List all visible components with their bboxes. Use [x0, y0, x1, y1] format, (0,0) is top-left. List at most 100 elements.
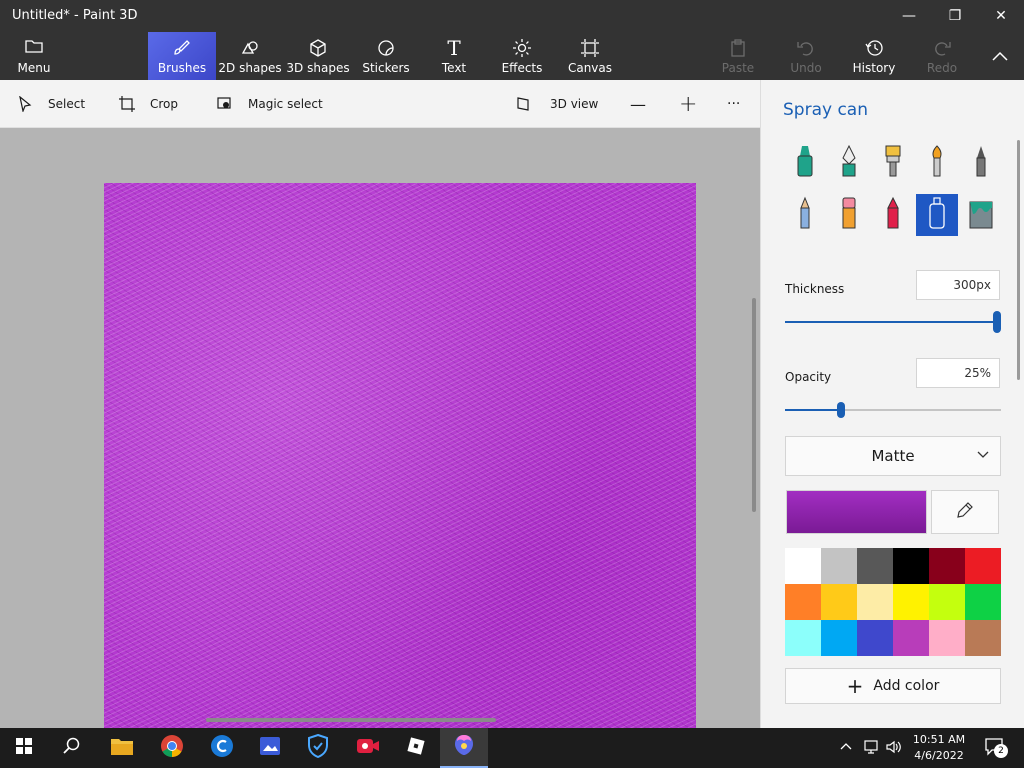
magic-select-button[interactable]: Magic select: [216, 80, 323, 128]
brush-panel: Spray can Thickness 300px Opacity 25% Ma…: [760, 80, 1024, 728]
opacity-input[interactable]: 25%: [916, 358, 1000, 388]
chrome-icon: [160, 734, 184, 762]
zoom-in-button[interactable]: +: [679, 80, 697, 128]
start-button[interactable]: [0, 728, 48, 768]
pencil-brush[interactable]: [784, 194, 826, 236]
calligraphy-pen-brush[interactable]: [828, 142, 870, 184]
workspace[interactable]: [0, 128, 760, 728]
restore-button[interactable]: ❐: [932, 0, 978, 32]
network-icon[interactable]: [864, 740, 880, 757]
undo-button[interactable]: Undo: [780, 32, 832, 80]
select-button[interactable]: Select: [16, 80, 85, 128]
paste-button[interactable]: Paste: [712, 32, 764, 80]
history-button[interactable]: History: [848, 32, 900, 80]
watercolor-brush[interactable]: [916, 142, 958, 184]
notifications-button[interactable]: 2: [984, 736, 1008, 759]
color-swatch[interactable]: [821, 548, 857, 584]
spray-can-brush[interactable]: [916, 194, 958, 236]
taskbar-roblox[interactable]: [392, 728, 440, 768]
search-button[interactable]: [48, 728, 96, 768]
horizontal-scrollbar[interactable]: [206, 718, 496, 722]
thickness-slider-thumb[interactable]: [993, 311, 1001, 333]
folder-icon: [110, 736, 134, 760]
tab-brushes[interactable]: Brushes: [148, 32, 216, 80]
minimize-button[interactable]: —: [886, 0, 932, 32]
color-swatch[interactable]: [965, 584, 1001, 620]
volume-icon[interactable]: [886, 740, 902, 757]
material-label: Matte: [871, 447, 915, 465]
panel-scrollbar[interactable]: [1017, 140, 1020, 380]
more-options-button[interactable]: ···: [727, 80, 740, 128]
color-swatch[interactable]: [821, 584, 857, 620]
chevron-up-icon[interactable]: [840, 740, 852, 754]
close-button[interactable]: ✕: [978, 0, 1024, 32]
color-swatch[interactable]: [965, 620, 1001, 656]
brush-icon: [172, 38, 192, 60]
tab-2d-shapes[interactable]: 2D shapes: [218, 32, 282, 80]
color-swatch[interactable]: [893, 548, 929, 584]
tab-text[interactable]: T Text: [424, 32, 484, 80]
menu-button[interactable]: Menu: [0, 32, 68, 80]
panel-title: Spray can: [783, 100, 868, 120]
taskbar-photos[interactable]: [246, 728, 294, 768]
color-swatch[interactable]: [785, 548, 821, 584]
color-swatch[interactable]: [857, 584, 893, 620]
calligraphy-pen-icon: [838, 144, 860, 182]
material-dropdown[interactable]: Matte: [785, 436, 1001, 476]
crayon-icon: [882, 196, 904, 234]
zoom-out-button[interactable]: —: [630, 80, 646, 128]
add-color-button[interactable]: + Add color: [785, 668, 1001, 704]
taskbar-app-c[interactable]: [198, 728, 246, 768]
color-swatch[interactable]: [785, 584, 821, 620]
history-label: History: [852, 61, 896, 75]
redo-button[interactable]: Redo: [916, 32, 968, 80]
paint3d-icon: [453, 733, 475, 761]
3d-view-button[interactable]: 3D view: [516, 80, 598, 128]
color-swatch[interactable]: [929, 548, 965, 584]
crop-button[interactable]: Crop: [118, 80, 178, 128]
color-swatch[interactable]: [893, 620, 929, 656]
canvas-icon: [580, 38, 600, 60]
taskbar-recorder[interactable]: [344, 728, 392, 768]
color-swatch[interactable]: [785, 620, 821, 656]
drawing-canvas[interactable]: [104, 183, 696, 728]
tab-3d-shapes[interactable]: 3D shapes: [286, 32, 350, 80]
opacity-slider[interactable]: [785, 402, 1001, 418]
tab-effects[interactable]: Effects: [492, 32, 552, 80]
color-swatch[interactable]: [893, 584, 929, 620]
fill-brush[interactable]: [960, 194, 1002, 236]
taskbar-paint3d[interactable]: [440, 728, 488, 768]
eraser-brush[interactable]: [828, 194, 870, 236]
pixel-pen-brush[interactable]: [960, 142, 1002, 184]
marker-brush[interactable]: [784, 142, 826, 184]
color-swatch[interactable]: [857, 620, 893, 656]
clock[interactable]: 10:51 AM 4/6/2022: [904, 732, 974, 764]
thickness-slider[interactable]: [785, 311, 1001, 333]
chevron-up-icon: [991, 50, 1009, 62]
taskbar-file-explorer[interactable]: [98, 728, 146, 768]
toolbar: Select Crop Magic select 3D view — + ···: [0, 80, 760, 128]
crayon-brush[interactable]: [872, 194, 914, 236]
color-swatch[interactable]: [965, 548, 1001, 584]
vertical-scrollbar[interactable]: [752, 298, 756, 512]
collapse-ribbon-button[interactable]: [980, 32, 1020, 80]
thickness-input[interactable]: 300px: [916, 270, 1000, 300]
taskbar-security[interactable]: [294, 728, 342, 768]
opacity-slider-thumb[interactable]: [837, 402, 845, 418]
marker-icon: [794, 144, 816, 182]
tab-stickers[interactable]: Stickers: [356, 32, 416, 80]
oil-brush[interactable]: [872, 142, 914, 184]
plus-icon: +: [846, 674, 864, 698]
tab-canvas[interactable]: Canvas: [560, 32, 620, 80]
color-swatch[interactable]: [821, 620, 857, 656]
pixel-pen-icon: [970, 144, 992, 182]
color-swatch[interactable]: [929, 584, 965, 620]
redo-label: Redo: [926, 61, 958, 75]
color-swatch[interactable]: [929, 620, 965, 656]
taskbar-chrome[interactable]: [148, 728, 196, 768]
color-swatch[interactable]: [857, 548, 893, 584]
undo-label: Undo: [790, 61, 822, 75]
eyedropper-icon: [956, 501, 974, 523]
current-color-swatch[interactable]: [786, 490, 927, 534]
eyedropper-button[interactable]: [931, 490, 999, 534]
